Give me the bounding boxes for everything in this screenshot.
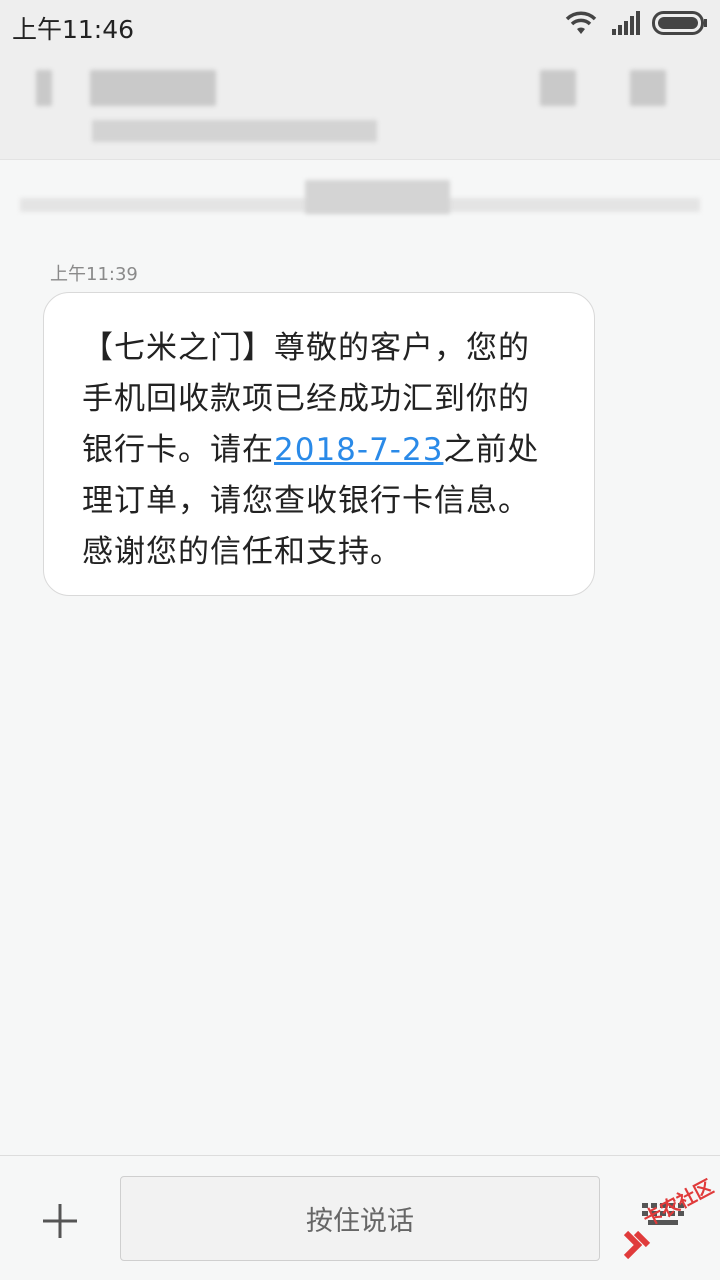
sms-conversation-screen: 上午11:46 上午11:39 【七米之门】尊敬的客户，您的手机回收款项已经成功… [0,0,720,1280]
conversation-info-banner [0,170,720,230]
status-time: 上午11:46 [12,15,135,44]
status-icons [564,10,708,40]
battery-icon [652,10,708,40]
plus-icon [43,1204,77,1238]
hold-to-talk-button[interactable]: 按住说话 [120,1176,600,1261]
watermark: 卡农社区 [620,1176,720,1270]
message-timestamp: 上午11:39 [50,264,138,285]
date-link[interactable]: 2018-7-23 [274,432,443,468]
hold-to-talk-label: 按住说话 [306,1206,414,1237]
watermark-logo-icon [623,1230,651,1260]
status-bar: 上午11:46 [0,0,720,50]
wifi-icon [564,10,598,40]
conversation-header[interactable] [0,50,720,160]
message-bubble[interactable]: 【七米之门】尊敬的客户，您的手机回收款项已经成功汇到你的银行卡。请在2018-7… [43,292,595,596]
message-text: 【七米之门】尊敬的客户，您的手机回收款项已经成功汇到你的银行卡。请在2018-7… [82,330,540,570]
signal-icon [610,11,640,39]
input-bar: 按住说话 [0,1155,720,1280]
add-attachment-button[interactable] [30,1196,90,1246]
